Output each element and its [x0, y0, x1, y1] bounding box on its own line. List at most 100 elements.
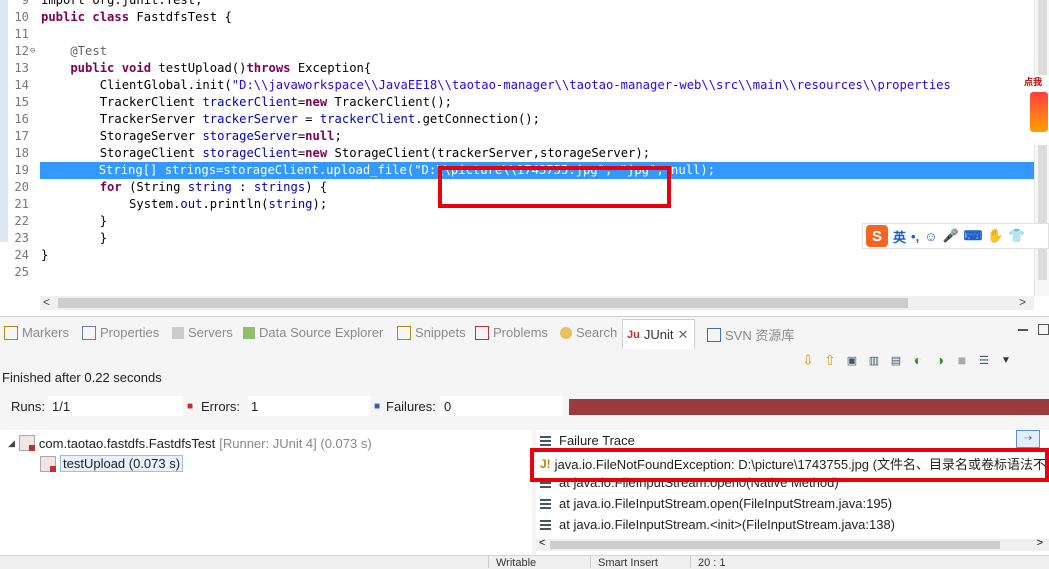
line-number: 20 [14, 180, 29, 194]
line-number: 16 [14, 112, 29, 126]
code-text: System.out.println(string); [41, 197, 328, 211]
tab-svn[interactable]: SVN 资源库 [707, 325, 794, 344]
trace-row[interactable]: at java.io.FileInputStream.<init>(FileIn… [540, 517, 895, 532]
highlight-box-exception [530, 448, 1049, 482]
compare-icon[interactable]: ⇢ [1016, 430, 1040, 448]
close-icon[interactable]: ✕ [677, 327, 688, 343]
tab-servers-label: Servers [188, 325, 233, 340]
tab-data-source-explorer[interactable]: Data Source Explorer [243, 325, 383, 340]
tab-snippets[interactable]: Snippets [397, 325, 466, 340]
error-icon: ■ [187, 401, 194, 412]
tab-properties[interactable]: Properties [82, 325, 159, 340]
problems-icon [475, 325, 489, 340]
junit-finished-label: Finished after 0.22 seconds [2, 370, 162, 385]
status-cursor-position: 20 : 1 [698, 557, 726, 569]
bottom-views-panel: Markers Properties Servers Data Source E… [0, 316, 1049, 569]
trace-row[interactable]: at java.io.FileInputStream.open(FileInpu… [540, 496, 892, 511]
code-line[interactable]: 11 [0, 26, 1040, 43]
trace-horizontal-scrollbar[interactable]: < > [536, 537, 1049, 551]
ime-keyboard-icon[interactable]: ⌨ [964, 228, 983, 244]
code-line[interactable]: 13 public void testUpload()throws Except… [0, 60, 1040, 77]
tree-row-method[interactable]: testUpload (0.073 s) [40, 455, 184, 472]
side-ad-graphic [1030, 92, 1048, 132]
line-number: 15 [14, 95, 29, 109]
code-text: } [41, 248, 49, 262]
code-line[interactable]: 15 TrackerClient trackerClient=new Track… [0, 94, 1040, 111]
test-class-name: com.taotao.fastdfs.FastdfsTest [38, 435, 216, 451]
code-line[interactable]: 25 [0, 264, 1040, 281]
view-tabbar: Markers Properties Servers Data Source E… [0, 318, 1049, 350]
search-icon [560, 326, 572, 339]
sogou-logo-icon[interactable]: S [866, 225, 888, 247]
ime-toolbar[interactable]: S 英 •, ☺ 🎤 ⌨ ✋ 👕 [862, 223, 1049, 249]
ime-lang-toggle[interactable]: 英 [893, 227, 906, 246]
code-line[interactable]: 24} [0, 247, 1040, 264]
history-icon[interactable]: ☰ [976, 352, 992, 368]
editor-vertical-scrollbar[interactable] [1034, 0, 1049, 296]
maximize-icon[interactable] [1038, 324, 1049, 335]
tab-problems[interactable]: Problems [475, 325, 548, 340]
failure-trace-title: Failure Trace [559, 433, 635, 448]
code-text: StorageServer storageServer=null; [41, 129, 342, 143]
code-line[interactable]: 14 ClientGlobal.init("D:\\javaworkspace\… [0, 77, 1040, 94]
line-number: 19 [14, 163, 29, 177]
failures-label: Failures: [386, 399, 436, 414]
ime-skin-icon[interactable]: 👕 [1009, 228, 1025, 244]
snippets-icon [397, 325, 411, 340]
rerun-test-icon[interactable]: ◐ [910, 352, 926, 368]
tab-search-label: Search [576, 325, 618, 340]
properties-icon [82, 325, 96, 340]
line-number: 10 [14, 10, 29, 24]
runs-label: Runs: [11, 399, 45, 414]
view-menu-icon[interactable]: ▼ [998, 352, 1014, 368]
line-number: 13 [14, 61, 29, 75]
test-error-icon [40, 455, 56, 472]
side-ad-widget[interactable]: 点我 [1024, 75, 1049, 145]
code-line[interactable]: 12 ⊖ @Test [0, 43, 1040, 60]
expand-arrow-icon[interactable]: ◢ [8, 438, 15, 449]
code-line[interactable]: 18 StorageClient storageClient=new Stora… [0, 145, 1040, 162]
fold-toggle-icon[interactable]: ⊖ [30, 43, 35, 60]
rerun-failed-icon[interactable]: ◑ [932, 352, 948, 368]
code-text: TrackerServer trackerServer = trackerCli… [41, 112, 540, 126]
ime-emoji-icon[interactable]: ☺ [924, 229, 937, 244]
line-number: 25 [14, 265, 29, 279]
line-number: 14 [14, 78, 29, 92]
tab-properties-label: Properties [100, 325, 160, 340]
stop-icon[interactable]: ■ [954, 352, 970, 368]
code-editor[interactable]: 9 import org.junit.Test; 10 public class Fa… [0, 0, 1049, 316]
code-line[interactable]: 10 public class FastdfsTest { [0, 9, 1040, 26]
minimize-icon[interactable] [1018, 329, 1028, 331]
show-failures-only-icon[interactable]: ▣ [844, 352, 860, 368]
tree-row-class[interactable]: ◢ com.taotao.fastdfs.FastdfsTest [Runner… [8, 435, 372, 451]
layout-icon[interactable]: ▤ [888, 352, 904, 368]
failure-trace-header: Failure Trace [540, 433, 635, 448]
scroll-lock-icon[interactable]: ▥ [866, 352, 882, 368]
ime-hand-icon[interactable]: ✋ [987, 228, 1003, 244]
next-failure-icon[interactable]: ⇩ [800, 352, 816, 368]
code-line[interactable]: 17 StorageServer storageServer=null; [0, 128, 1040, 145]
line-number: 12 [14, 44, 29, 58]
tab-servers[interactable]: Servers [172, 325, 233, 340]
code-line[interactable]: 9 import org.junit.Test; [0, 0, 1040, 9]
tab-junit[interactable]: Ju JUnit ✕ [622, 319, 696, 349]
tab-markers[interactable]: Markers [4, 325, 69, 340]
code-text: import org.junit.Test; [41, 0, 203, 7]
test-method-name: testUpload (0.073 s) [60, 455, 184, 472]
code-text: ClientGlobal.init("D:\\javaworkspace\\Ja… [41, 78, 951, 92]
line-number: 24 [14, 248, 29, 262]
tab-search[interactable]: Search [560, 325, 617, 340]
failure-icon: ■ [374, 401, 381, 412]
code-line[interactable]: 16 TrackerServer trackerServer = tracker… [0, 111, 1040, 128]
ime-voice-icon[interactable]: 🎤 [942, 228, 958, 244]
previous-failure-icon[interactable]: ⇧ [822, 352, 838, 368]
editor-horizontal-scrollbar[interactable]: < > [40, 295, 1034, 310]
code-text: public void testUpload()throws Exception… [41, 61, 372, 75]
status-bar: Writable Smart Insert 20 : 1 [0, 555, 1049, 569]
line-number: 17 [14, 129, 29, 143]
junit-icon: Ju [627, 328, 640, 341]
ime-punct-icon[interactable]: •, [911, 229, 919, 244]
failures-value: 0 [444, 399, 452, 414]
code-text: @Test [41, 44, 108, 58]
junit-progress-bar [569, 399, 1049, 415]
